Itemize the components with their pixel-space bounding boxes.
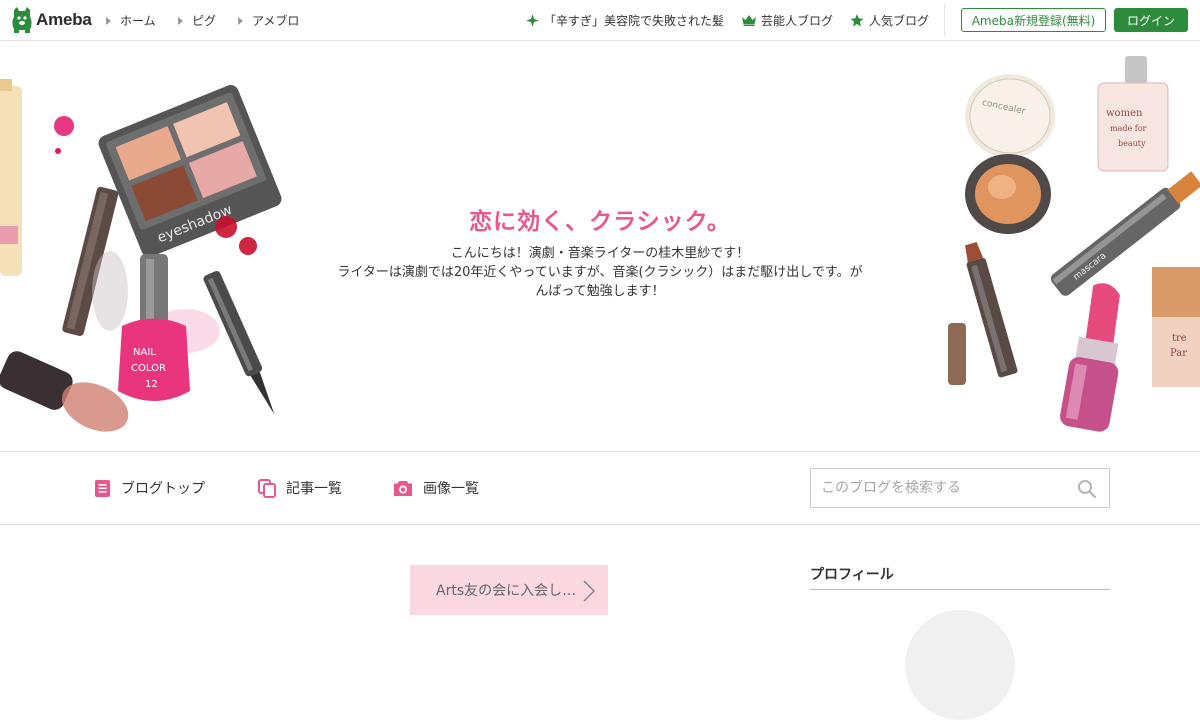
svg-text:COLOR: COLOR	[131, 363, 166, 374]
profile-divider	[810, 589, 1110, 590]
topic-link-celebrity-blog[interactable]: 芸能人ブログ	[742, 12, 833, 29]
svg-text:NAIL: NAIL	[133, 347, 156, 358]
cosmetics-illustration-right: concealer women made for beauty mascara	[948, 56, 1200, 432]
entry-list-label: 記事一覧	[286, 481, 342, 497]
svg-text:12: 12	[145, 379, 158, 390]
topic-label: 人気ブログ	[869, 14, 930, 28]
triangle-right-icon	[178, 16, 183, 25]
avatar[interactable]	[905, 610, 1015, 720]
cosmetics-box-icon: tre Par	[1152, 267, 1200, 387]
blog-description: こんにちは！演劇・音楽ライターの桂木里紗です！ ライターは演劇では20年近くやっ…	[310, 244, 890, 301]
triangle-right-icon	[106, 16, 111, 25]
ameba-mascot-icon	[12, 7, 32, 33]
nav-ameblo-label: アメブロ	[252, 14, 300, 28]
search-icon[interactable]	[1077, 479, 1097, 499]
ameba-logo[interactable]: Ameba	[11, 7, 92, 33]
ink-splash-icon	[215, 216, 237, 238]
search-input[interactable]	[811, 469, 1071, 507]
article-title-label: Arts友の会に入会し…	[436, 583, 577, 599]
register-button[interactable]: Ameba新規登録(無料)	[961, 8, 1106, 32]
eyeliner-icon	[203, 270, 275, 415]
document-icon	[95, 479, 110, 497]
topic-label: 「辛すぎ」美容院で失敗された髪	[544, 14, 725, 28]
pencil-cap-icon	[948, 323, 966, 385]
blog-description-line: んばって勉強します！	[535, 284, 665, 299]
copy-icon	[258, 478, 276, 498]
triangle-right-icon	[238, 16, 243, 25]
sparkle-icon	[526, 14, 539, 27]
eye-pencil-icon	[965, 242, 1018, 378]
crown-icon	[742, 15, 756, 26]
blog-navigation: ブログトップ 記事一覧 画像一覧	[0, 451, 1200, 525]
eyeshadow-palette-icon: eyeshadow	[98, 85, 282, 257]
blog-top-label: ブログトップ	[121, 481, 205, 497]
svg-text:made for: made for	[1110, 124, 1147, 133]
lipstick-icon	[1060, 283, 1120, 432]
makeup-brush-icon	[0, 351, 129, 432]
image-list-link[interactable]: 画像一覧	[393, 478, 479, 498]
nav-home-label: ホーム	[120, 14, 156, 28]
topic-link-popular-blog[interactable]: 人気ブログ	[850, 12, 929, 29]
chevron-right-icon	[583, 580, 596, 602]
svg-text:women: women	[1106, 108, 1143, 119]
topic-link-hair[interactable]: 「辛すぎ」美容院で失敗された髪	[526, 12, 724, 29]
blog-search	[810, 468, 1110, 508]
compact-powder-icon: concealer	[965, 74, 1055, 234]
logo-text: Ameba	[36, 10, 92, 29]
ink-splash-icon	[54, 116, 74, 136]
blog-description-line: こんにちは！演劇・音楽ライターの桂木里紗です！	[450, 246, 750, 261]
star-icon	[850, 14, 864, 27]
cosmetics-illustration-left: eyeshadow NAIL COLOR 12	[0, 79, 282, 432]
svg-text:tre: tre	[1172, 333, 1187, 344]
blog-description-line: ライターは演劇では20年近くやっていますが、音楽(クラシック）はまだ駆け出しです…	[337, 265, 863, 280]
blog-title[interactable]: 恋に効く、クラシック。	[300, 202, 900, 236]
image-list-label: 画像一覧	[423, 481, 479, 497]
svg-text:beauty: beauty	[1118, 139, 1146, 148]
login-button[interactable]: ログイン	[1114, 8, 1188, 32]
topic-label: 芸能人ブログ	[761, 14, 834, 28]
blog-top-link[interactable]: ブログトップ	[94, 478, 205, 498]
nav-home-link[interactable]: ホーム	[106, 12, 156, 29]
nav-pigg-link[interactable]: ピグ	[178, 12, 216, 29]
blog-header-banner: eyeshadow NAIL COLOR 12 concealer women …	[0, 41, 1200, 451]
nav-pigg-label: ピグ	[192, 14, 217, 28]
perfume-bottle-icon: women made for beauty	[1097, 56, 1169, 172]
article-title-button[interactable]: Arts友の会に入会し…	[410, 565, 608, 615]
nail-polish-icon: NAIL COLOR 12	[118, 254, 220, 401]
svg-text:Par: Par	[1170, 348, 1187, 359]
camera-icon	[394, 480, 412, 496]
entry-list-link[interactable]: 記事一覧	[258, 478, 342, 498]
nav-ameblo-link[interactable]: アメブロ	[238, 12, 299, 29]
header-divider	[944, 4, 945, 36]
perfume-bottle-icon	[0, 79, 22, 276]
global-header: Ameba ホーム ピグ アメブロ 「辛すぎ」美容院で失敗された髪 芸能人ブログ…	[0, 0, 1200, 41]
profile-heading: プロフィール	[810, 567, 894, 583]
